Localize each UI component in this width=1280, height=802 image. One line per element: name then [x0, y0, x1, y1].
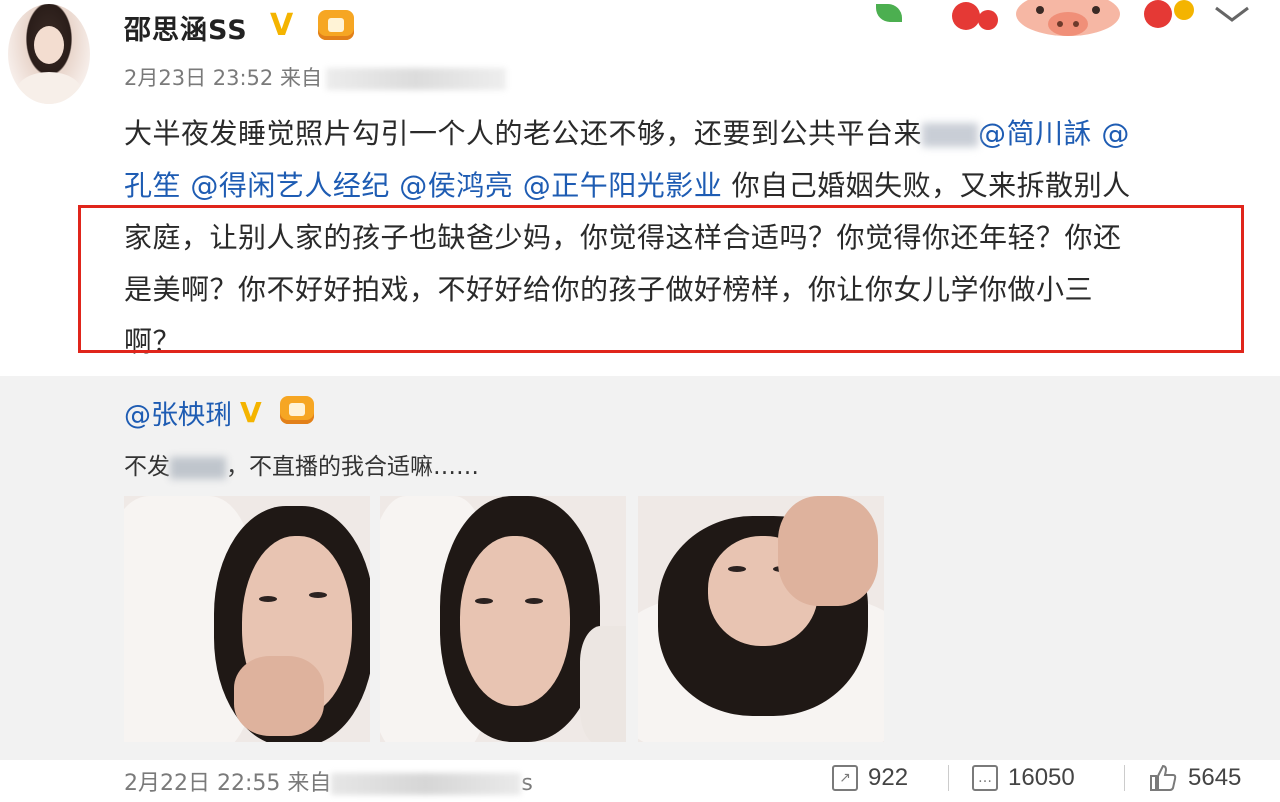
repost-text-part: ，不直播的我合适嘛……: [226, 454, 479, 480]
repost-timestamp[interactable]: 2月22日 22:55 来自: [124, 771, 331, 796]
repost-photo-1[interactable]: [124, 496, 370, 742]
redacted-source: [331, 773, 522, 795]
share-icon: ↗: [832, 765, 858, 791]
comment-icon: …: [972, 765, 998, 791]
thumbs-up-icon: [1150, 764, 1177, 791]
repost-photo-3[interactable]: [638, 496, 884, 742]
divider: [948, 765, 949, 791]
member-badge-icon: [280, 396, 314, 424]
like-count: 5645: [1188, 764, 1242, 791]
redacted-source: [325, 68, 506, 90]
post-meta: 2月23日 23:52 来自: [124, 62, 506, 92]
user-avatar[interactable]: [8, 4, 90, 104]
mention-link[interactable]: @简川訸 @: [978, 117, 1130, 150]
verified-v-icon: V: [270, 8, 294, 43]
verified-v-icon: V: [240, 396, 262, 429]
source-suffix: s: [521, 771, 533, 796]
post-timestamp[interactable]: 2月23日 23:52 来自: [124, 66, 322, 90]
highlight-box: [78, 205, 1244, 353]
pig-decoration-icon: [952, 0, 1194, 36]
repost-meta: 2月22日 22:55 来自 s: [124, 765, 533, 797]
post-text: 大半夜发睡觉照片勾引一个人的老公还不够，还要到公共平台来: [124, 117, 923, 150]
redacted-word: [170, 456, 226, 479]
member-badge-icon: [318, 10, 354, 40]
divider: [1124, 765, 1125, 791]
post-author-name[interactable]: 邵思涵SS: [124, 8, 248, 47]
repost-text: 不发 ，不直播的我合适嘛……: [124, 447, 479, 481]
repost-text-part: 不发: [124, 454, 170, 480]
repost-photo-2[interactable]: [380, 496, 626, 742]
post-text-line-1: 大半夜发睡觉照片勾引一个人的老公还不够，还要到公共平台来 @简川訸 @: [124, 112, 1130, 152]
redacted-word: [922, 123, 979, 147]
mention-links[interactable]: 孔笙 @得闲艺人经纪 @侯鸿亮 @正午阳光影业: [124, 169, 722, 202]
leaf-icon: [876, 4, 902, 22]
share-button[interactable]: ↗ 922: [832, 760, 908, 796]
post-text-line-2: 孔笙 @得闲艺人经纪 @侯鸿亮 @正午阳光影业 你自己婚姻失败，又来拆散别人: [124, 164, 1131, 204]
like-button[interactable]: 5645: [1148, 760, 1241, 796]
share-count: 922: [868, 764, 909, 791]
comment-count: 16050: [1008, 764, 1075, 791]
comment-button[interactable]: … 16050: [972, 760, 1075, 796]
repost-author-mention[interactable]: @张柍琍: [124, 393, 232, 432]
post-text: 你自己婚姻失败，又来拆散别人: [722, 169, 1131, 202]
more-options-icon[interactable]: [1212, 2, 1252, 28]
